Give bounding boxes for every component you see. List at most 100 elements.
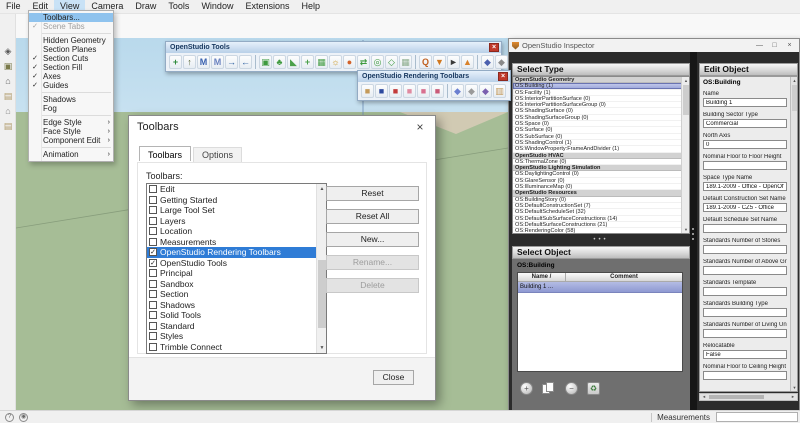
scroll-thumb[interactable] [709, 395, 764, 399]
type-row[interactable]: OS:RenderingColor (58) [513, 228, 683, 234]
scroll-down-icon[interactable]: ▼ [682, 226, 690, 233]
scroll-up-icon[interactable]: ▲ [791, 77, 798, 84]
checkbox[interactable]: ✓ [149, 259, 157, 267]
floor-to-ceiling-height-field[interactable] [703, 371, 787, 380]
terrain-icon[interactable]: ◣ [287, 55, 300, 69]
minimize-icon[interactable]: — [752, 40, 767, 52]
standards-above-ground-stories-field[interactable] [703, 266, 787, 275]
relocatable-field[interactable] [703, 350, 787, 359]
checkbox[interactable] [149, 185, 157, 193]
copy-object-button[interactable] [542, 382, 556, 395]
close-icon[interactable]: × [405, 116, 435, 138]
import-idf-icon[interactable]: → [225, 55, 238, 69]
scroll-right-icon[interactable]: ► [789, 394, 797, 400]
cursor-arrow-icon[interactable]: ► [447, 55, 460, 69]
checkbox[interactable] [149, 238, 157, 246]
scroll-up-icon[interactable]: ▲ [682, 77, 690, 84]
menu-item-section-cuts[interactable]: ✓Section Cuts [29, 54, 113, 63]
list-item-edit[interactable]: Edit [147, 184, 317, 195]
tab-toolbars[interactable]: Toolbars [139, 146, 191, 161]
list-item-trimble-connect[interactable]: Trimble Connect [147, 342, 317, 353]
list-item-styles[interactable]: Styles [147, 331, 317, 342]
right-view-icon[interactable]: ▤ [0, 89, 16, 104]
building-sector-type-field[interactable] [703, 119, 787, 128]
menu-item-component-edit[interactable]: Component Edit› [29, 136, 113, 145]
toolbar-titlebar[interactable]: OpenStudio Tools × [166, 42, 501, 53]
checkbox[interactable] [149, 322, 157, 330]
scroll-thumb[interactable] [792, 85, 797, 111]
standards-number-of-stories-field[interactable] [703, 245, 787, 254]
list-item-solid-tools[interactable]: Solid Tools [147, 310, 317, 321]
pink-cube-icon[interactable]: ■ [403, 84, 416, 98]
menu-item-section-planes[interactable]: Section Planes [29, 45, 113, 54]
name-column-header[interactable]: Name / [518, 273, 566, 282]
menu-window[interactable]: Window [195, 0, 239, 13]
select-type-scrollbar[interactable]: ▲ ▼ [681, 77, 689, 233]
green-cube-icon[interactable]: ▣ [259, 55, 272, 69]
menu-item-animation[interactable]: Animation› [29, 150, 113, 159]
magenta-cube-icon[interactable]: ■ [417, 84, 430, 98]
inspector-titlebar[interactable]: OpenStudio Inspector — □ × [509, 39, 799, 52]
dialog-titlebar[interactable]: Toolbars × [129, 116, 435, 138]
left-view-icon[interactable]: ▤ [0, 119, 16, 134]
list-item-openstudio-rendering-toolbars[interactable]: ✓OpenStudio Rendering Toolbars [147, 247, 317, 258]
edit-object-scrollbar[interactable]: ▲ ▼ [790, 77, 797, 391]
list-item-standard[interactable]: Standard [147, 321, 317, 332]
list-item-shadows[interactable]: Shadows [147, 300, 317, 311]
list-item-layers[interactable]: Layers [147, 216, 317, 227]
menu-item-axes[interactable]: ✓Axes [29, 72, 113, 81]
list-item-getting-started[interactable]: Getting Started [147, 195, 317, 206]
north-axis-field[interactable] [703, 140, 787, 149]
menu-extensions[interactable]: Extensions [239, 0, 295, 13]
menu-item-shadows[interactable]: Shadows [29, 95, 113, 104]
plant-icon[interactable]: ♣ [273, 55, 286, 69]
blue-cube-icon[interactable]: ■ [375, 84, 388, 98]
help-icon[interactable]: ? [5, 413, 14, 422]
checkbox[interactable]: ✓ [149, 248, 157, 256]
iso-view-icon[interactable]: ◈ [0, 44, 16, 59]
menu-item-face-style[interactable]: Face Style› [29, 127, 113, 136]
menu-item-hidden-geometry[interactable]: Hidden Geometry [29, 36, 113, 45]
menu-tools[interactable]: Tools [162, 0, 195, 13]
checkbox[interactable] [149, 269, 157, 277]
geolocation-icon[interactable]: ◉ [19, 413, 28, 422]
checkbox[interactable] [149, 311, 157, 319]
menu-item-scene-tabs[interactable]: ✓Scene Tabs [29, 22, 113, 31]
new-button[interactable]: New... [326, 232, 419, 247]
tan-bin-icon[interactable]: ▥ [493, 84, 506, 98]
list-item-openstudio-tools[interactable]: ✓OpenStudio Tools [147, 258, 317, 269]
close-icon[interactable]: × [489, 43, 499, 52]
menu-item-section-fill[interactable]: ✓Section Fill [29, 63, 113, 72]
new-document-icon[interactable]: + [169, 55, 182, 69]
standards-building-type-field[interactable] [703, 308, 787, 317]
checkbox[interactable] [149, 301, 157, 309]
reset-button[interactable]: Reset [326, 186, 419, 201]
checkbox[interactable] [149, 217, 157, 225]
tab-options[interactable]: Options [193, 147, 242, 162]
purge-objects-button[interactable]: ♻ [587, 382, 600, 395]
shield-blue-icon[interactable]: ◆ [481, 55, 494, 69]
building-grid-icon[interactable]: ▦ [315, 55, 328, 69]
list-item-large-tool-set[interactable]: Large Tool Set [147, 205, 317, 216]
checkbox[interactable] [149, 280, 157, 288]
shield-gray-icon[interactable]: ◆ [495, 55, 508, 69]
top-view-icon[interactable]: ▣ [0, 59, 16, 74]
checkbox[interactable] [149, 227, 157, 235]
measurements-input[interactable] [716, 412, 798, 422]
space-type-name-field[interactable] [703, 182, 787, 191]
close-icon[interactable]: × [498, 72, 508, 81]
list-item-measurements[interactable]: Measurements [147, 237, 317, 248]
scroll-thumb[interactable] [318, 260, 326, 328]
menu-item-guides[interactable]: ✓Guides [29, 81, 113, 90]
rose-cube-icon[interactable]: ■ [431, 84, 444, 98]
scroll-down-icon[interactable]: ▼ [791, 384, 798, 391]
sun-icon[interactable]: ● [343, 55, 356, 69]
checkbox[interactable] [149, 332, 157, 340]
close-icon[interactable]: × [782, 40, 797, 52]
default-schedule-set-field[interactable] [703, 224, 787, 233]
menu-item-fog[interactable]: Fog [29, 104, 113, 113]
scroll-down-icon[interactable]: ▼ [317, 343, 327, 353]
comment-column-header[interactable]: Comment [566, 273, 682, 282]
vertical-splitter[interactable] [690, 52, 697, 411]
scroll-thumb[interactable] [683, 85, 689, 115]
